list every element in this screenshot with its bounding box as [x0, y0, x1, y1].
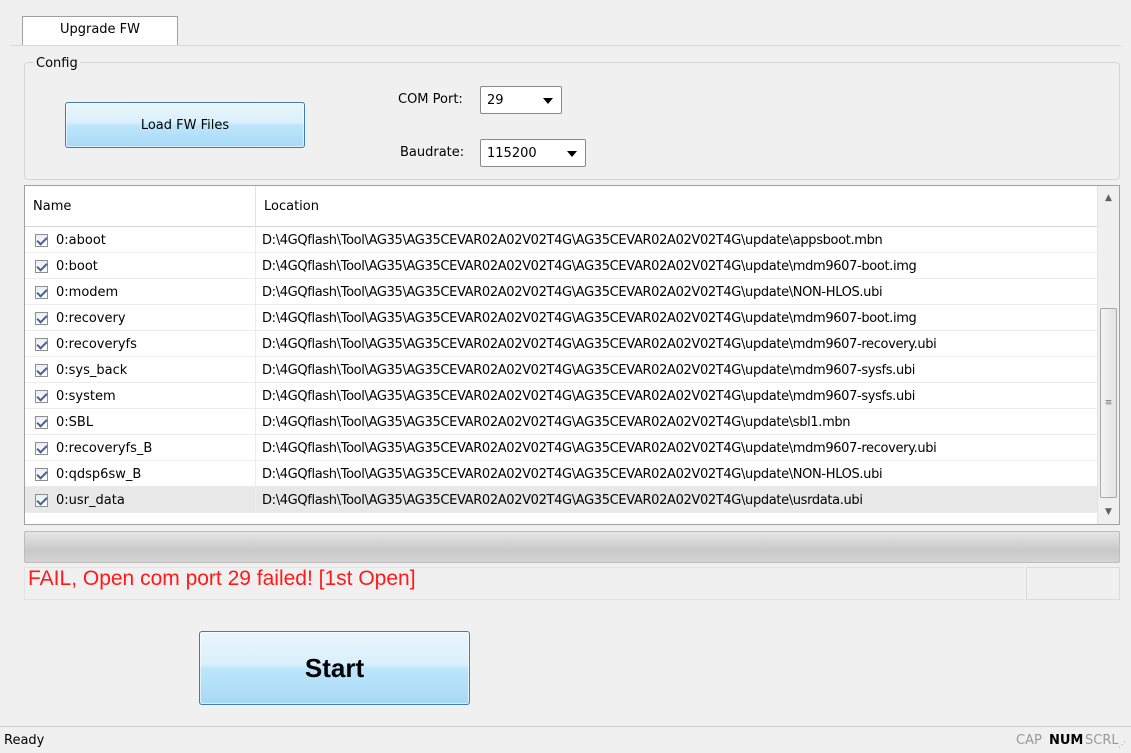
com-port-select[interactable]: 29 — [480, 86, 562, 114]
checkbox-checked-icon[interactable] — [35, 467, 48, 481]
dropdown-arrow-icon — [567, 151, 577, 157]
checkbox-checked-icon[interactable] — [35, 337, 48, 351]
start-button[interactable]: Start — [199, 631, 470, 705]
table-row[interactable]: 0:recovery D:\4GQflash\Tool\AG35\AG35CEVA… — [25, 305, 1098, 331]
table-row[interactable]: 0:sys_back D:\4GQflash\Tool\AG35\AG35CEVA… — [25, 357, 1098, 383]
cell-name: 0:usr_data — [25, 487, 256, 513]
file-location: D:\4GQflash\Tool\AG35\AG35CEVAR02A02V02T… — [262, 362, 916, 378]
checkbox-checked-icon[interactable] — [35, 311, 48, 325]
table-row[interactable]: 0:aboot D:\4GQflash\Tool\AG35\AG35CEVAR02… — [25, 227, 1098, 253]
tab-upgrade-fw-label: Upgrade FW — [59, 22, 141, 37]
table-row[interactable]: 0:boot D:\4GQflash\Tool\AG35\AG35CEVAR02A… — [25, 253, 1098, 279]
scroll-down-arrow-icon[interactable]: ▼ — [1098, 502, 1119, 522]
file-location: D:\4GQflash\Tool\AG35\AG35CEVAR02A02V02T… — [262, 466, 883, 482]
partition-name: 0:recoveryfs_B — [56, 440, 153, 456]
file-location: D:\4GQflash\Tool\AG35\AG35CEVAR02A02V02T… — [262, 232, 883, 248]
partition-name: 0:modem — [56, 284, 119, 300]
checkbox-checked-icon[interactable] — [35, 493, 48, 507]
load-fw-files-button[interactable]: Load FW Files — [65, 102, 305, 148]
progress-bar — [24, 531, 1120, 563]
resize-grip-icon[interactable]: ⋰ — [1118, 740, 1128, 750]
table-row[interactable]: 0:usr_data D:\4GQflash\Tool\AG35\AG35CEVA… — [25, 487, 1098, 513]
error-message: FAIL, Open com port 29 failed! [1st Open… — [28, 567, 416, 590]
partition-name: 0:SBL — [56, 414, 94, 430]
baudrate-value: 115200 — [487, 145, 537, 161]
partition-name: 0:usr_data — [56, 492, 125, 508]
table-row[interactable]: 0:qdsp6sw_B D:\4GQflash\Tool\AG35\AG35CEV… — [25, 461, 1098, 487]
file-location: D:\4GQflash\Tool\AG35\AG35CEVAR02A02V02T… — [262, 310, 917, 326]
cell-name: 0:recovery — [25, 305, 256, 331]
cell-name: 0:recoveryfs_B — [25, 435, 256, 461]
table-header: Name Location — [25, 186, 1098, 227]
scroll-up-arrow-icon[interactable]: ▲ — [1098, 188, 1119, 208]
tab-upgrade-fw[interactable]: Upgrade FW — [22, 16, 178, 46]
checkbox-checked-icon[interactable] — [35, 415, 48, 429]
firmware-file-table: Name Location 0:aboot D:\4GQflash\Tool\AG… — [24, 185, 1120, 525]
scrl-indicator: SCRL — [1085, 733, 1119, 748]
column-header-location[interactable]: Location — [256, 186, 1098, 227]
column-header-name[interactable]: Name — [25, 186, 256, 227]
cell-name: 0:aboot — [25, 227, 256, 253]
table-row[interactable]: 0:modem D:\4GQflash\Tool\AG35\AG35CEVAR02… — [25, 279, 1098, 305]
cell-name: 0:recoveryfs — [25, 331, 256, 357]
file-location: D:\4GQflash\Tool\AG35\AG35CEVAR02A02V02T… — [262, 414, 851, 430]
com-port-value: 29 — [487, 92, 504, 108]
config-group-title: Config — [34, 56, 80, 71]
cell-name: 0:SBL — [25, 409, 256, 435]
dropdown-arrow-icon — [543, 98, 553, 104]
table-row[interactable]: 0:SBL D:\4GQflash\Tool\AG35\AG35CEVAR02A0… — [25, 409, 1098, 435]
partition-name: 0:system — [56, 388, 116, 404]
partition-name: 0:boot — [56, 258, 98, 274]
message-side-panel — [1026, 567, 1120, 600]
file-location: D:\4GQflash\Tool\AG35\AG35CEVAR02A02V02T… — [262, 258, 917, 274]
file-location: D:\4GQflash\Tool\AG35\AG35CEVAR02A02V02T… — [262, 336, 937, 352]
num-indicator: NUM — [1049, 733, 1084, 748]
cell-name: 0:qdsp6sw_B — [25, 461, 256, 487]
file-location: D:\4GQflash\Tool\AG35\AG35CEVAR02A02V02T… — [262, 388, 916, 404]
checkbox-checked-icon[interactable] — [35, 285, 48, 299]
baudrate-label: Baudrate: — [400, 145, 465, 160]
table-row[interactable]: 0:system D:\4GQflash\Tool\AG35\AG35CEVAR0… — [25, 383, 1098, 409]
status-ready-text: Ready — [4, 733, 45, 748]
status-bar: Ready CAP NUM SCRL ⋰ — [0, 726, 1131, 753]
partition-name: 0:aboot — [56, 232, 106, 248]
cell-name: 0:boot — [25, 253, 256, 279]
file-location: D:\4GQflash\Tool\AG35\AG35CEVAR02A02V02T… — [262, 440, 937, 456]
table-row[interactable]: 0:recoveryfs D:\4GQflash\Tool\AG35\AG35CE… — [25, 331, 1098, 357]
partition-name: 0:sys_back — [56, 362, 128, 378]
cell-name: 0:modem — [25, 279, 256, 305]
vertical-scrollbar[interactable]: ▲ ≡ ▼ — [1097, 186, 1119, 524]
table-row[interactable]: 0:recoveryfs_B D:\4GQflash\Tool\AG35\AG35… — [25, 435, 1098, 461]
partition-name: 0:qdsp6sw_B — [56, 466, 142, 482]
checkbox-checked-icon[interactable] — [35, 259, 48, 273]
partition-name: 0:recovery — [56, 310, 126, 326]
cell-name: 0:system — [25, 383, 256, 409]
baudrate-select[interactable]: 115200 — [480, 139, 586, 167]
cap-indicator: CAP — [1016, 733, 1042, 748]
checkbox-checked-icon[interactable] — [35, 389, 48, 403]
cell-name: 0:sys_back — [25, 357, 256, 383]
tab-panel-border — [10, 45, 1121, 46]
com-port-label: COM Port: — [398, 92, 463, 107]
checkbox-checked-icon[interactable] — [35, 441, 48, 455]
checkbox-checked-icon[interactable] — [35, 363, 48, 377]
partition-name: 0:recoveryfs — [56, 336, 137, 352]
file-location: D:\4GQflash\Tool\AG35\AG35CEVAR02A02V02T… — [262, 492, 863, 508]
file-location: D:\4GQflash\Tool\AG35\AG35CEVAR02A02V02T… — [262, 284, 883, 300]
checkbox-checked-icon[interactable] — [35, 233, 48, 247]
scrollbar-thumb[interactable]: ≡ — [1100, 308, 1117, 498]
table-body: 0:aboot D:\4GQflash\Tool\AG35\AG35CEVAR02… — [25, 227, 1098, 513]
